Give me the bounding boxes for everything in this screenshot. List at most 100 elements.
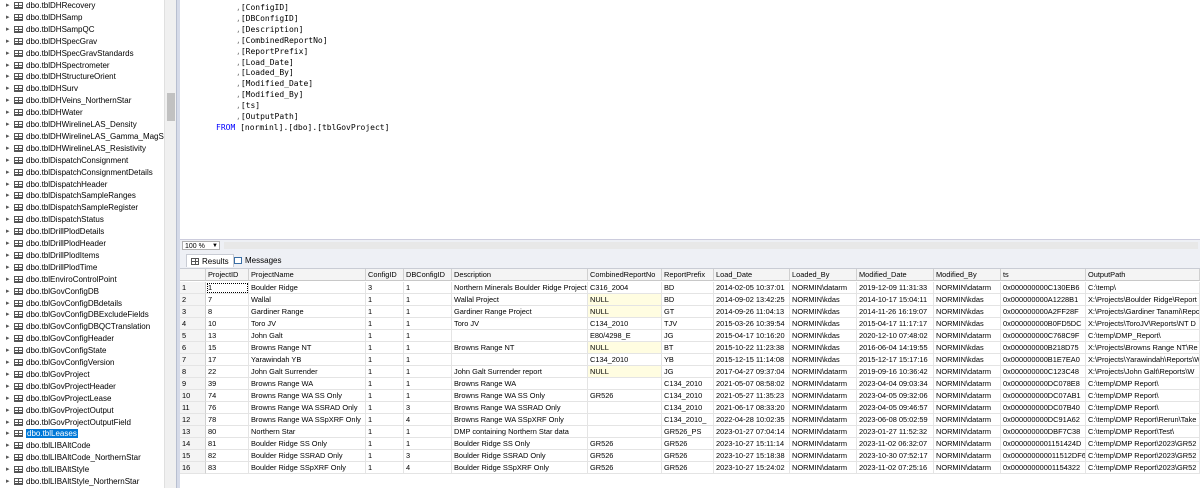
table-cell[interactable]: DMP containing Northern Star data [452,426,588,438]
table-cell[interactable]: 0x000000000DC91A62 [1001,414,1086,426]
table-cell[interactable]: Boulder Ridge SSpXRF Only [452,462,588,474]
tree-item-table[interactable]: ▸ dbo.tblDHSpecGrav [6,36,164,47]
table-cell[interactable]: 2017-04-27 09:37:04 [714,366,790,378]
table-cell[interactable]: NORMIN\kdas [790,354,857,366]
table-cell[interactable]: 2021-06-17 08:33:20 [714,402,790,414]
table-cell[interactable]: 1 [366,426,404,438]
table-cell[interactable]: NORMIN\datarm [790,282,857,294]
table-cell[interactable]: 22 [206,366,249,378]
table-cell[interactable]: Browns Range WA SSRAD Only [452,402,588,414]
row-number[interactable]: 12 [180,414,206,426]
table-cell[interactable]: NORMIN\kdas [934,354,1001,366]
table-cell[interactable]: 2023-04-05 09:46:57 [857,402,934,414]
table-cell[interactable]: C316_2004 [588,282,662,294]
tree-item-table[interactable]: ▸ dbo.tblDispatchSampleRanges [6,190,164,201]
table-cell[interactable]: 2014-09-02 13:42:25 [714,294,790,306]
table-cell[interactable]: 1 [366,462,404,474]
table-row[interactable]: 6 15 Browns Range NT 1 1 Browns Range NT NULL B… [180,342,1200,354]
table-cell[interactable]: 2015-12-17 15:17:16 [857,354,934,366]
table-cell[interactable]: 0x0000000001151424D [1001,438,1086,450]
table-cell[interactable]: 82 [206,450,249,462]
column-header[interactable]: Load_Date [714,269,790,281]
table-row[interactable]: 10 74 Browns Range WA SS Only 1 1 Browns Rang… [180,390,1200,402]
table-row[interactable]: 5 13 John Galt 1 1 E80/4298_E JG 2015-04-17 10:… [180,330,1200,342]
table-cell[interactable]: C:\temp\DMP Report\2023\GR52 [1086,462,1200,474]
expand-arrow-icon[interactable]: ▸ [6,155,13,166]
table-cell[interactable]: NORMIN\datarm [934,450,1001,462]
table-cell[interactable]: Browns Range WA SS Only [452,390,588,402]
table-cell[interactable]: C134_2010 [662,378,714,390]
table-cell[interactable]: 0x000000000C130EB6 [1001,282,1086,294]
table-cell[interactable]: 13 [206,330,249,342]
table-cell[interactable]: 0x00000000001154322 [1001,462,1086,474]
table-cell[interactable]: NORMIN\datarm [790,450,857,462]
table-cell[interactable]: 0x000000000C123C48 [1001,366,1086,378]
table-cell[interactable]: BD [662,282,714,294]
table-cell[interactable]: X:\Projects\John Galt\Reports\W [1086,366,1200,378]
table-cell[interactable]: Toro JV [452,318,588,330]
table-cell[interactable]: GR526 [588,462,662,474]
table-cell[interactable]: 2014-11-26 16:19:07 [857,306,934,318]
table-cell[interactable]: 2019-12-09 11:31:33 [857,282,934,294]
row-number[interactable]: 13 [180,426,206,438]
column-header[interactable]: ProjectID [206,269,249,281]
table-cell[interactable]: BD [662,294,714,306]
table-cell[interactable]: 2015-04-17 11:17:17 [857,318,934,330]
table-cell[interactable]: 1 [404,282,452,294]
tree-item-table[interactable]: ▸ dbo.tblLIBAltCode_NorthernStar [6,452,164,463]
table-cell[interactable]: NORMIN\datarm [934,438,1001,450]
table-cell[interactable]: YB [662,354,714,366]
tree-item-table[interactable]: ▸ dbo.tblGovConfigHeader [6,333,164,344]
table-cell[interactable]: GR526_PS [662,426,714,438]
table-cell[interactable]: 0x000000000C768C9F [1001,330,1086,342]
expand-arrow-icon[interactable]: ▸ [6,333,13,344]
tree-item-table[interactable]: ▸ dbo.tblDrillPlodHeader [6,238,164,249]
table-row[interactable]: 3 8 Gardiner Range 1 1 Gardiner Range Project… [180,306,1200,318]
tree-item-table[interactable]: ▸ dbo.tblDHSurv [6,83,164,94]
tree-item-table[interactable]: ▸ dbo.tblDHVeins_NorthernStar [6,95,164,106]
column-header[interactable]: OutputPath [1086,269,1200,281]
row-number[interactable]: 4 [180,318,206,330]
query-editor[interactable]: ,[ConfigID] ,[DBConfigID] ,[Description] ,[… [180,0,1200,239]
tree-item-table[interactable]: ▸ dbo.tblLIBAltStyle [6,464,164,475]
table-cell[interactable]: 1 [366,366,404,378]
table-cell[interactable]: 74 [206,390,249,402]
table-cell[interactable]: NORMIN\datarm [934,378,1001,390]
table-cell[interactable]: 1 [366,438,404,450]
table-cell[interactable]: NORMIN\datarm [790,426,857,438]
table-cell[interactable]: C:\temp\DMP_Report\ [1086,330,1200,342]
column-header[interactable]: CombinedReportNo [588,269,662,281]
table-cell[interactable]: X:\Projects\Browns Range NT\Re [1086,342,1200,354]
table-cell[interactable]: John Galt Surrender [249,366,366,378]
expand-arrow-icon[interactable]: ▸ [6,262,13,273]
table-cell[interactable]: 1 [366,414,404,426]
expand-arrow-icon[interactable]: ▸ [6,190,13,201]
table-cell[interactable]: NULL [588,306,662,318]
table-cell[interactable]: GR526 [588,450,662,462]
table-cell[interactable]: Browns Range WA SS Only [249,390,366,402]
object-explorer-scrollbar[interactable] [164,0,176,488]
table-cell[interactable]: C:\temp\DMP Report\ [1086,402,1200,414]
table-cell[interactable]: 0x000000000DBF7C38 [1001,426,1086,438]
table-cell[interactable]: 10 [206,318,249,330]
table-cell[interactable]: NORMIN\datarm [934,462,1001,474]
table-row[interactable]: 2 7 Wallal 1 1 Wallal Project NULL BD 2014-09-02… [180,294,1200,306]
zoom-dropdown[interactable]: 100 % ▼ [182,241,220,250]
table-cell[interactable]: Yarawindah YB [249,354,366,366]
tree-item-table[interactable]: ▸ dbo.tblDrillPlodItems [6,250,164,261]
table-cell[interactable]: X:\Projects\Gardiner Tanami\Report [1086,306,1200,318]
tree-item-table[interactable]: ▸ dbo.tblDHSampQC [6,24,164,35]
column-header[interactable]: ConfigID [366,269,404,281]
table-cell[interactable]: 81 [206,438,249,450]
expand-arrow-icon[interactable]: ▸ [6,405,13,416]
table-cell[interactable]: Northern Star [249,426,366,438]
table-cell[interactable]: 1 [404,318,452,330]
table-cell[interactable]: 1 [404,330,452,342]
table-cell[interactable]: 2019-09-16 10:36:42 [857,366,934,378]
tree-item-table[interactable]: ▸ dbo.tblDHSpecGravStandards [6,48,164,59]
row-number[interactable]: 6 [180,342,206,354]
table-cell[interactable]: NORMIN\kdas [790,318,857,330]
expand-arrow-icon[interactable]: ▸ [6,83,13,94]
table-cell[interactable]: NORMIN\kdas [790,294,857,306]
table-cell[interactable]: 2014-10-17 15:04:11 [857,294,934,306]
